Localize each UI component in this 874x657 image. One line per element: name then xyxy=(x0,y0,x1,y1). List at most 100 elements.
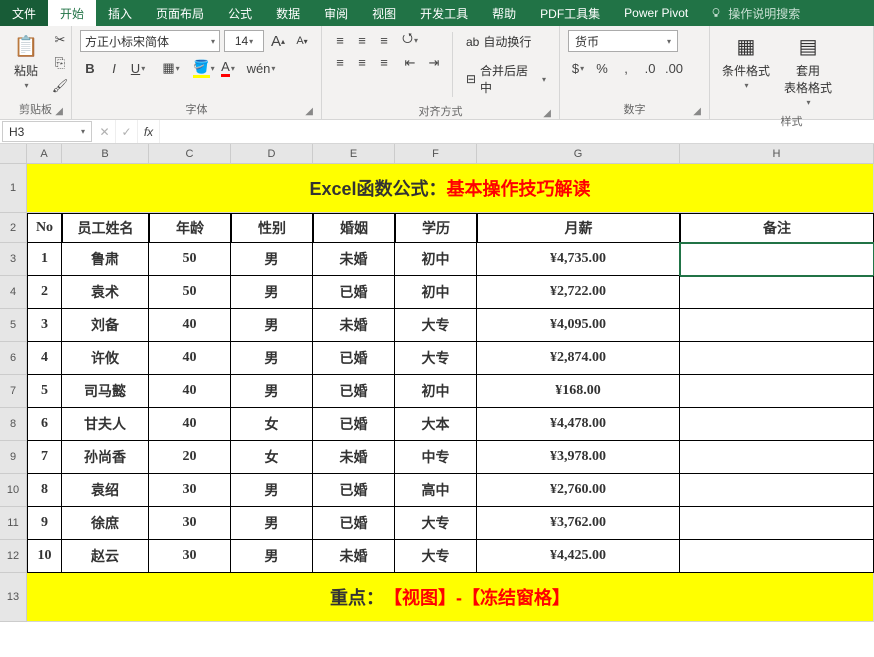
cell-r9-c1[interactable]: 孙尚香 xyxy=(62,441,149,474)
footer-cell[interactable]: 重点：【视图】-【冻结窗格】 xyxy=(27,573,874,622)
align-bottom-button[interactable]: ≡ xyxy=(374,30,394,50)
row-header-13[interactable]: 13 xyxy=(0,573,27,622)
cell-r5-c5[interactable]: 大专 xyxy=(395,309,477,342)
menu-layout[interactable]: 页面布局 xyxy=(144,0,216,26)
cell-r4-c1[interactable]: 袁术 xyxy=(62,276,149,309)
cell-r9-c3[interactable]: 女 xyxy=(231,441,313,474)
increase-decimal-button[interactable]: .0 xyxy=(640,58,660,78)
menu-file[interactable]: 文件 xyxy=(0,0,48,26)
cell-r6-c7[interactable] xyxy=(680,342,874,375)
cell-r7-c7[interactable] xyxy=(680,375,874,408)
align-right-button[interactable]: ≡ xyxy=(374,52,394,72)
menu-pdf[interactable]: PDF工具集 xyxy=(528,0,612,26)
cell-r4-c3[interactable]: 男 xyxy=(231,276,313,309)
cell-r9-c7[interactable] xyxy=(680,441,874,474)
grow-font-button[interactable]: A▴ xyxy=(268,31,288,51)
cell-r11-c1[interactable]: 徐庶 xyxy=(62,507,149,540)
fill-color-button[interactable]: 🪣▾ xyxy=(194,58,214,78)
cell-r8-c7[interactable] xyxy=(680,408,874,441)
header-3[interactable]: 性别 xyxy=(231,213,313,243)
cell-r10-c6[interactable]: ¥2,760.00 xyxy=(477,474,680,507)
cell-r6-c1[interactable]: 许攸 xyxy=(62,342,149,375)
cell-r4-c4[interactable]: 已婚 xyxy=(313,276,395,309)
cell-r6-c4[interactable]: 已婚 xyxy=(313,342,395,375)
cell-r9-c5[interactable]: 中专 xyxy=(395,441,477,474)
cell-r5-c1[interactable]: 刘备 xyxy=(62,309,149,342)
cell-r6-c6[interactable]: ¥2,874.00 xyxy=(477,342,680,375)
percent-button[interactable]: % xyxy=(592,58,612,78)
cell-r10-c2[interactable]: 30 xyxy=(149,474,231,507)
cell-r9-c6[interactable]: ¥3,978.00 xyxy=(477,441,680,474)
dialog-launcher-icon[interactable]: ◢ xyxy=(543,108,551,119)
align-center-button[interactable]: ≡ xyxy=(352,52,372,72)
italic-button[interactable]: I xyxy=(104,58,124,78)
cell-r5-c6[interactable]: ¥4,095.00 xyxy=(477,309,680,342)
font-name-select[interactable]: 方正小标宋简体▾ xyxy=(80,30,220,52)
tell-me[interactable]: 操作说明搜索 xyxy=(700,0,810,26)
cell-r6-c3[interactable]: 男 xyxy=(231,342,313,375)
cut-button[interactable]: ✂ xyxy=(50,30,70,50)
menu-view[interactable]: 视图 xyxy=(360,0,408,26)
number-format-select[interactable]: 货币▾ xyxy=(568,30,678,52)
cell-r3-c2[interactable]: 50 xyxy=(149,243,231,276)
copy-button[interactable]: ⎘ xyxy=(50,53,70,73)
cell-r8-c5[interactable]: 大本 xyxy=(395,408,477,441)
cell-r10-c0[interactable]: 8 xyxy=(27,474,62,507)
cell-r12-c3[interactable]: 男 xyxy=(231,540,313,573)
cell-r3-c0[interactable]: 1 xyxy=(27,243,62,276)
cell-r12-c2[interactable]: 30 xyxy=(149,540,231,573)
cell-r6-c0[interactable]: 4 xyxy=(27,342,62,375)
cell-r11-c2[interactable]: 30 xyxy=(149,507,231,540)
font-color-button[interactable]: A▾ xyxy=(218,58,238,78)
wrap-text-button[interactable]: ab自动换行 xyxy=(461,30,551,53)
col-header-D[interactable]: D xyxy=(231,144,313,164)
menu-help[interactable]: 帮助 xyxy=(480,0,528,26)
cell-r3-c7[interactable] xyxy=(680,243,874,276)
col-header-F[interactable]: F xyxy=(395,144,477,164)
cell-r11-c7[interactable] xyxy=(680,507,874,540)
menu-powerpivot[interactable]: Power Pivot xyxy=(612,0,700,26)
format-painter-button[interactable]: 🖌 xyxy=(50,76,70,96)
format-as-table-button[interactable]: ▤ 套用 表格格式▾ xyxy=(780,30,836,109)
cell-r12-c0[interactable]: 10 xyxy=(27,540,62,573)
row-header-3[interactable]: 3 xyxy=(0,243,27,276)
cell-r8-c0[interactable]: 6 xyxy=(27,408,62,441)
cell-r12-c6[interactable]: ¥4,425.00 xyxy=(477,540,680,573)
cell-r6-c2[interactable]: 40 xyxy=(149,342,231,375)
col-header-H[interactable]: H xyxy=(680,144,874,164)
row-header-1[interactable]: 1 xyxy=(0,164,27,213)
cell-r7-c6[interactable]: ¥168.00 xyxy=(477,375,680,408)
currency-button[interactable]: $▾ xyxy=(568,58,588,78)
cell-r12-c7[interactable] xyxy=(680,540,874,573)
border-button[interactable]: ▦▾ xyxy=(161,58,181,78)
cell-r3-c6[interactable]: ¥4,735.00 xyxy=(477,243,680,276)
cell-r3-c1[interactable]: 鲁肃 xyxy=(62,243,149,276)
name-box[interactable]: H3▾ xyxy=(2,121,92,142)
cell-r3-c4[interactable]: 未婚 xyxy=(313,243,395,276)
menu-insert[interactable]: 插入 xyxy=(96,0,144,26)
header-4[interactable]: 婚姻 xyxy=(313,213,395,243)
dialog-launcher-icon[interactable]: ◢ xyxy=(55,106,63,117)
row-header-10[interactable]: 10 xyxy=(0,474,27,507)
phonetic-button[interactable]: wén▾ xyxy=(251,58,271,78)
cell-r3-c5[interactable]: 初中 xyxy=(395,243,477,276)
cell-r8-c3[interactable]: 女 xyxy=(231,408,313,441)
font-size-select[interactable]: 14▾ xyxy=(224,30,264,52)
decrease-decimal-button[interactable]: .00 xyxy=(664,58,684,78)
align-top-button[interactable]: ≡ xyxy=(330,30,350,50)
cell-r11-c5[interactable]: 大专 xyxy=(395,507,477,540)
cell-r5-c2[interactable]: 40 xyxy=(149,309,231,342)
cell-r5-c0[interactable]: 3 xyxy=(27,309,62,342)
col-header-G[interactable]: G xyxy=(477,144,680,164)
header-6[interactable]: 月薪 xyxy=(477,213,680,243)
header-0[interactable]: No xyxy=(27,213,62,243)
cell-r11-c0[interactable]: 9 xyxy=(27,507,62,540)
cell-r7-c2[interactable]: 40 xyxy=(149,375,231,408)
underline-button[interactable]: U▾ xyxy=(128,58,148,78)
cell-r5-c7[interactable] xyxy=(680,309,874,342)
comma-button[interactable]: , xyxy=(616,58,636,78)
cell-r8-c6[interactable]: ¥4,478.00 xyxy=(477,408,680,441)
cell-r9-c4[interactable]: 未婚 xyxy=(313,441,395,474)
cell-r7-c4[interactable]: 已婚 xyxy=(313,375,395,408)
cell-r8-c2[interactable]: 40 xyxy=(149,408,231,441)
